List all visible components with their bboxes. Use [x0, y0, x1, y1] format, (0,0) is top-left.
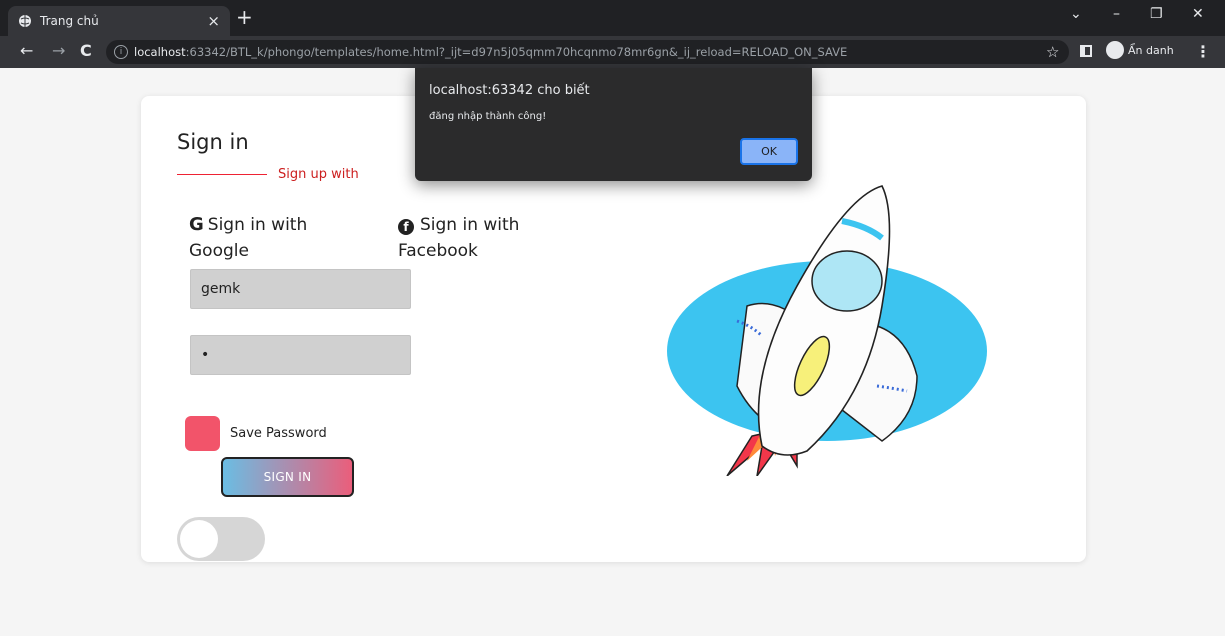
- alert-dialog: localhost:63342 cho biết đăng nhập thành…: [415, 68, 812, 181]
- tab-title: Trang chủ: [40, 14, 99, 28]
- reload-button[interactable]: C: [80, 42, 92, 60]
- url-host: localhost: [134, 45, 186, 59]
- globe-icon: [19, 15, 31, 27]
- toggle-knob: [180, 520, 218, 558]
- menu-icon[interactable]: ⋮: [1195, 43, 1211, 61]
- google-icon: G: [189, 214, 204, 235]
- browser-tabbar: Trang chủ × + ⌄ – ❐ ✕: [0, 0, 1225, 36]
- incognito-profile[interactable]: Ẩn danh: [1106, 41, 1174, 59]
- url-path: :63342/BTL_k/phongo/templates/home.html?…: [185, 45, 848, 59]
- back-button[interactable]: ←: [20, 42, 33, 60]
- address-bar[interactable]: i localhost:63342/BTL_k/phongo/templates…: [106, 40, 1069, 64]
- dialog-title: localhost:63342 cho biết: [429, 83, 590, 98]
- rocket-illustration: [667, 185, 987, 476]
- save-password-checkbox[interactable]: [185, 416, 220, 451]
- facebook-signin-label: Sign in with Facebook: [398, 215, 520, 261]
- signup-link[interactable]: Sign up with: [278, 167, 359, 182]
- google-signin-label: Sign in with Google: [189, 215, 308, 261]
- forward-button[interactable]: →: [52, 42, 65, 60]
- google-signin-button[interactable]: G Sign in with Google: [189, 212, 349, 264]
- theme-toggle[interactable]: [177, 517, 265, 561]
- signin-button[interactable]: SIGN IN: [221, 457, 354, 497]
- password-input[interactable]: [190, 335, 411, 375]
- site-info-icon[interactable]: i: [114, 45, 128, 59]
- browser-tab[interactable]: Trang chủ ×: [8, 6, 230, 36]
- minimize-button[interactable]: –: [1113, 6, 1120, 22]
- facebook-signin-button[interactable]: f Sign in with Facebook: [398, 212, 558, 264]
- new-tab-button[interactable]: +: [236, 7, 253, 27]
- tab-close-icon[interactable]: ×: [207, 12, 220, 30]
- facebook-icon: f: [398, 219, 414, 235]
- page-title: Sign in: [177, 130, 249, 154]
- restore-button[interactable]: ❐: [1150, 6, 1163, 22]
- side-panel-icon[interactable]: [1080, 45, 1092, 57]
- bookmark-star-icon[interactable]: ☆: [1046, 43, 1059, 61]
- title-underline: [177, 174, 267, 175]
- profile-label: Ẩn danh: [1128, 43, 1174, 57]
- tab-search-icon[interactable]: ⌄: [1070, 6, 1082, 22]
- dialog-ok-button[interactable]: OK: [740, 138, 798, 165]
- close-window-button[interactable]: ✕: [1192, 6, 1204, 22]
- save-password-label: Save Password: [230, 426, 327, 441]
- dialog-message: đăng nhập thành công!: [429, 111, 547, 122]
- browser-toolbar: ← → C i localhost:63342/BTL_k/phongo/tem…: [0, 36, 1225, 68]
- incognito-icon: [1106, 41, 1124, 59]
- username-input[interactable]: [190, 269, 411, 309]
